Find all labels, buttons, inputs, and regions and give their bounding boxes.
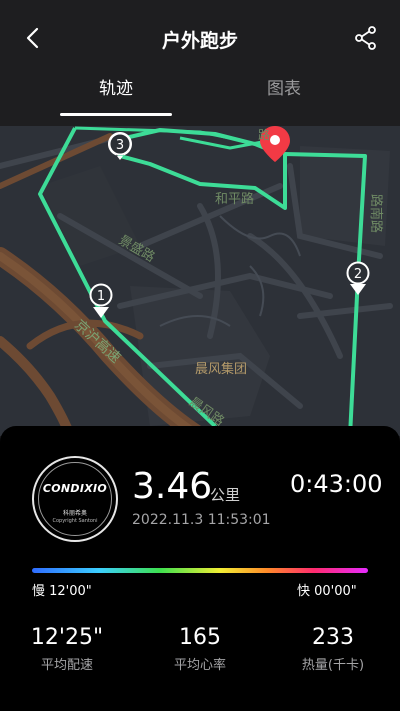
map-label: 路: [258, 128, 271, 142]
distance-unit: 公里: [210, 486, 241, 504]
pace-fast-label: 快 00'00": [297, 584, 357, 599]
map-canvas: 3 1 2: [0, 126, 393, 436]
map-label: 和平路: [215, 192, 255, 207]
duration-value: 0:43:00: [290, 470, 383, 498]
active-tab-indicator: [60, 113, 172, 116]
share-icon[interactable]: [352, 24, 380, 52]
header-bar: 户外跑步: [0, 0, 400, 76]
svg-text:1: 1: [97, 289, 105, 304]
stat-value: 165: [179, 625, 221, 650]
pace-gradient-bar: [32, 568, 368, 573]
brand-name-cn: 科丽希奥: [62, 510, 87, 517]
brand-copyright: Copyright Santoni: [52, 518, 98, 524]
tab-bar: 轨迹 图表: [0, 76, 400, 126]
stat-label: 平均配速: [40, 658, 93, 673]
map-label: 路南路: [368, 193, 384, 234]
pace-slow-label: 慢 12'00": [32, 584, 92, 599]
stat-calories: 233 热量(千卡): [273, 624, 393, 673]
stat-avg-pace: 12'25" 平均配速: [7, 624, 127, 673]
stat-label: 平均心率: [173, 658, 226, 673]
summary-panel: CONDIXIO 科丽希奥 Copyright Santoni 3.46 公里 …: [0, 426, 400, 711]
route-marker-2[interactable]: 2: [346, 261, 370, 296]
stat-avg-heart-rate: 165 平均心率: [140, 624, 260, 673]
route-marker-1[interactable]: 1: [89, 283, 113, 319]
stat-value: 12'25": [30, 625, 104, 650]
map-label: 晨风集团: [195, 362, 248, 377]
distance-value: 3.46: [132, 466, 213, 507]
brand-name: CONDIXIO: [42, 482, 108, 495]
brand-logo: CONDIXIO 科丽希奥 Copyright Santoni: [32, 456, 118, 542]
route-map[interactable]: 3 1 2 和平路 景盛路 京沪高速 晨风集团 晨风路 路南路 路: [0, 126, 400, 436]
run-datetime: 2022.11.3 11:53:01: [132, 512, 271, 528]
page-title: 户外跑步: [161, 30, 238, 52]
svg-text:3: 3: [116, 138, 124, 153]
tab-chart[interactable]: 图表: [184, 76, 384, 126]
stat-value: 233: [312, 625, 354, 650]
svg-text:2: 2: [354, 267, 362, 282]
stat-label: 热量(千卡): [301, 658, 365, 673]
